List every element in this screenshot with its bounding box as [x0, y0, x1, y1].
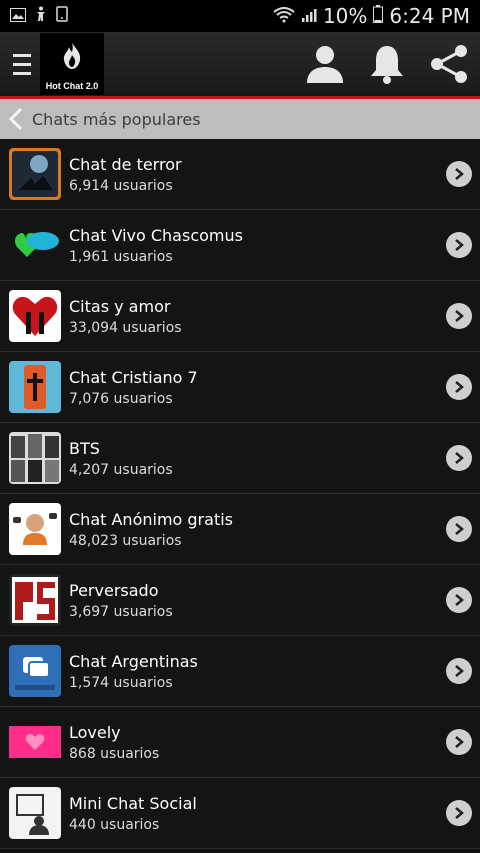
- section-header: Chats más populares: [0, 99, 480, 139]
- chat-list: Chat de terror 6,914 usuarios Chat Vivo …: [0, 139, 480, 849]
- phone-icon: [56, 6, 68, 26]
- chat-thumbnail: [9, 432, 61, 484]
- time: 6:24 PM: [389, 4, 470, 28]
- chat-name: Chat Argentinas: [69, 651, 198, 671]
- menu-icon[interactable]: [4, 32, 40, 96]
- chat-user-count: 7,076 usuarios: [69, 390, 173, 407]
- app-bar-actions: [302, 41, 472, 87]
- chat-row[interactable]: BTS 4,207 usuarios: [0, 423, 480, 494]
- status-icons-right: 10% 6:24 PM: [273, 4, 470, 28]
- chat-row[interactable]: Mini Chat Social 440 usuarios: [0, 778, 480, 849]
- app-logo[interactable]: Hot Chat 2.0: [40, 33, 104, 95]
- chevron-right-icon[interactable]: [446, 303, 472, 329]
- chat-name: Mini Chat Social: [69, 793, 197, 813]
- chat-user-count: 440 usuarios: [69, 816, 160, 833]
- notifications-button[interactable]: [364, 41, 410, 87]
- share-button[interactable]: [426, 41, 472, 87]
- chevron-right-icon[interactable]: [446, 658, 472, 684]
- chat-row[interactable]: Chat Argentinas 1,574 usuarios: [0, 636, 480, 707]
- chat-name: Chat Cristiano 7: [69, 367, 198, 387]
- app-bar: Hot Chat 2.0: [0, 32, 480, 99]
- chevron-right-icon[interactable]: [446, 445, 472, 471]
- chat-user-count: 868 usuarios: [69, 745, 160, 762]
- chat-thumbnail: [9, 787, 61, 839]
- chat-user-count: 1,574 usuarios: [69, 674, 173, 691]
- chevron-right-icon[interactable]: [446, 161, 472, 187]
- logo-text: Hot Chat 2.0: [45, 81, 99, 91]
- chat-row[interactable]: Chat Anónimo gratis 48,023 usuarios: [0, 494, 480, 565]
- chat-row[interactable]: Chat Cristiano 7 7,076 usuarios: [0, 352, 480, 423]
- profile-button[interactable]: [302, 41, 348, 87]
- status-bar: 10% 6:24 PM: [0, 0, 480, 32]
- chat-thumbnail: [9, 290, 61, 342]
- chat-thumbnail: [9, 574, 61, 626]
- chat-thumbnail: [9, 503, 61, 555]
- chevron-right-icon[interactable]: [446, 374, 472, 400]
- chat-user-count: 33,094 usuarios: [69, 319, 182, 336]
- chat-user-count: 3,697 usuarios: [69, 603, 173, 620]
- chat-user-count: 6,914 usuarios: [69, 177, 173, 194]
- chevron-right-icon[interactable]: [446, 729, 472, 755]
- chat-row[interactable]: Chat de terror 6,914 usuarios: [0, 139, 480, 210]
- chat-name: Chat Anónimo gratis: [69, 509, 233, 529]
- chevron-left-icon: [9, 107, 23, 131]
- bell-icon: [371, 46, 403, 84]
- chat-name: Chat de terror: [69, 154, 182, 174]
- user-icon: [307, 46, 343, 83]
- chevron-right-icon[interactable]: [446, 516, 472, 542]
- chat-row[interactable]: Chat Vivo Chascomus 1,961 usuarios: [0, 210, 480, 281]
- chat-name: BTS: [69, 438, 100, 458]
- gallery-icon: [10, 7, 26, 26]
- chat-thumbnail: [9, 716, 61, 768]
- chat-user-count: 1,961 usuarios: [69, 248, 173, 265]
- battery-icon: [373, 4, 384, 28]
- chat-thumbnail: [9, 645, 61, 697]
- chevron-right-icon[interactable]: [446, 232, 472, 258]
- wifi-icon: [273, 4, 295, 28]
- accessibility-icon: [34, 6, 48, 26]
- chat-thumbnail: [9, 148, 61, 200]
- chat-name: Perversado: [69, 580, 159, 600]
- chevron-right-icon[interactable]: [446, 587, 472, 613]
- chat-row[interactable]: Perversado 3,697 usuarios: [0, 565, 480, 636]
- chat-thumbnail: [9, 361, 61, 413]
- chat-name: Citas y amor: [69, 296, 171, 316]
- battery-percent: 10%: [322, 4, 368, 28]
- chat-user-count: 4,207 usuarios: [69, 461, 173, 478]
- back-button[interactable]: [0, 99, 32, 139]
- chat-row[interactable]: Lovely 868 usuarios: [0, 707, 480, 778]
- chat-name: Lovely: [69, 722, 121, 742]
- signal-icon: [301, 4, 317, 28]
- share-icon: [431, 45, 467, 83]
- section-title: Chats más populares: [32, 109, 201, 129]
- chat-row[interactable]: Citas y amor 33,094 usuarios: [0, 281, 480, 352]
- chat-user-count: 48,023 usuarios: [69, 532, 182, 549]
- flame-icon: [63, 43, 81, 69]
- chat-name: Chat Vivo Chascomus: [69, 225, 243, 245]
- chevron-right-icon[interactable]: [446, 800, 472, 826]
- status-icons-left: [10, 6, 68, 26]
- chat-thumbnail: [9, 219, 61, 271]
